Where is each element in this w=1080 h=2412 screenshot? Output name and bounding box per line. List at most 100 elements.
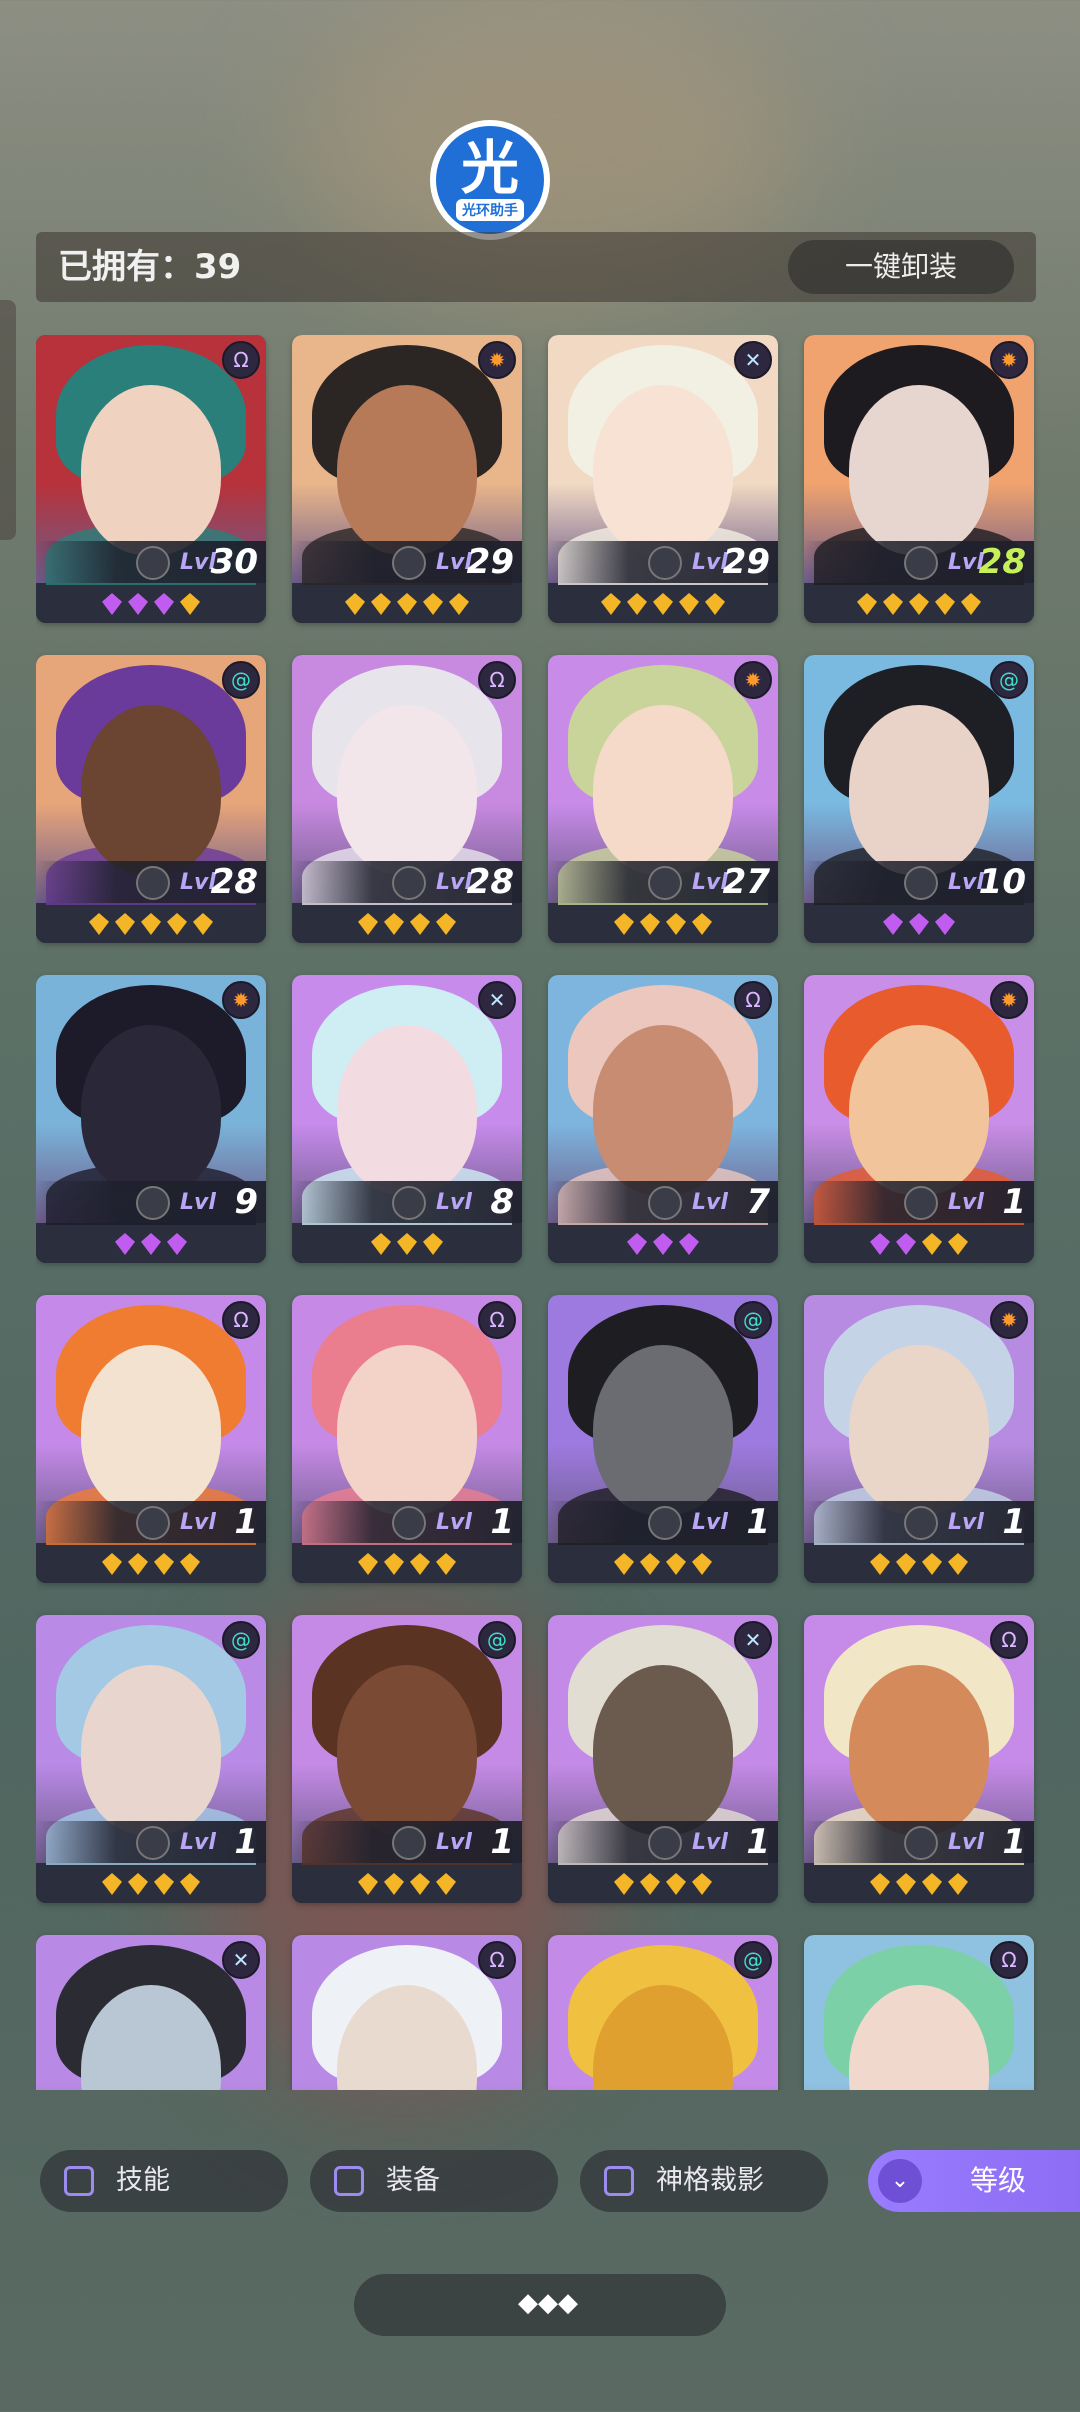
hero-card[interactable]: Ω Lvl 1 (804, 1615, 1034, 1903)
spiral-icon: @ (734, 1941, 772, 1979)
gold-gem-icon (358, 1873, 378, 1895)
star-rating (804, 905, 1034, 943)
level-label: Lvl (180, 1510, 216, 1535)
hero-card[interactable]: ✹ Lvl 1 (804, 975, 1034, 1263)
hero-card[interactable]: ✹ Lvl 29 (292, 335, 522, 623)
hero-card[interactable]: Ω Lvl 7 (548, 975, 778, 1263)
gold-gem-icon (666, 1873, 686, 1895)
divine-slot-icon (648, 1826, 682, 1860)
checkbox-icon[interactable] (604, 2166, 634, 2196)
divine-slot-icon (136, 546, 170, 580)
purple-gem-icon (679, 1233, 699, 1255)
hero-card[interactable]: ✹ Lvl 1 (804, 1295, 1034, 1583)
collection-header: 已拥有：39 一键卸装 (36, 232, 1036, 302)
filter-divine[interactable]: 神格裁影 (580, 2150, 828, 2212)
hero-card[interactable]: @ (548, 1935, 778, 2090)
gold-gem-icon (679, 593, 699, 615)
gold-gem-icon (692, 1873, 712, 1895)
hero-card[interactable]: Ω Lvl 30 (36, 335, 266, 623)
star-rating (548, 585, 778, 623)
hero-card[interactable]: Ω (804, 1935, 1034, 2090)
hero-face (337, 705, 477, 875)
hero-card[interactable]: @ Lvl 1 (548, 1295, 778, 1583)
omega-icon: Ω (734, 981, 772, 1019)
gold-gem-icon (358, 1553, 378, 1575)
gold-gem-icon (705, 593, 725, 615)
omega-icon: Ω (222, 341, 260, 379)
divine-slot-icon (904, 546, 938, 580)
hero-card[interactable]: ✕ Lvl 29 (548, 335, 778, 623)
cross-icon: ✕ (734, 1621, 772, 1659)
hero-face (337, 1025, 477, 1195)
hero-face (81, 1665, 221, 1835)
divine-slot-icon (392, 866, 426, 900)
purple-gem-icon (653, 1233, 673, 1255)
star-rating (548, 905, 778, 943)
gold-gem-icon (115, 913, 135, 935)
gold-gem-icon (692, 913, 712, 935)
hero-card[interactable]: Ω Lvl 1 (36, 1295, 266, 1583)
spiral-icon: @ (478, 1621, 516, 1659)
level-label: Lvl (692, 1190, 728, 1215)
star-rating (804, 585, 1034, 623)
star-rating (292, 1865, 522, 1903)
checkbox-icon[interactable] (64, 2166, 94, 2196)
purple-gem-icon (909, 913, 929, 935)
omega-icon: Ω (990, 1621, 1028, 1659)
gold-gem-icon (410, 1553, 430, 1575)
filter-label: 神格裁影 (656, 2165, 764, 2196)
gold-gem-icon (345, 593, 365, 615)
level-value: 10 (978, 862, 1026, 902)
hero-card[interactable]: Ω (292, 1935, 522, 2090)
gold-gem-icon (436, 913, 456, 935)
divine-slot-icon (648, 1186, 682, 1220)
filter-equipment[interactable]: 装备 (310, 2150, 558, 2212)
purple-gem-icon (115, 1233, 135, 1255)
hero-grid: Ω Lvl 30 ✹ Lvl 29 ✕ Lvl 29 ✹ Lvl 28 @ Lvl 28 Ω Lvl 28 ✹ Lvl… (36, 335, 1046, 2090)
gold-gem-icon (692, 1553, 712, 1575)
cross-icon: ✕ (222, 1941, 260, 1979)
star-rating (292, 1225, 522, 1263)
gold-gem-icon (640, 1873, 660, 1895)
level-value: 30 (210, 542, 258, 582)
hero-card[interactable]: @ Lvl 28 (36, 655, 266, 943)
sun-icon: ✹ (990, 341, 1028, 379)
hero-face (81, 385, 221, 555)
gold-gem-icon (935, 593, 955, 615)
hero-face (593, 705, 733, 875)
side-drawer-handle[interactable] (0, 300, 16, 540)
hero-card[interactable]: Ω Lvl 28 (292, 655, 522, 943)
hero-card[interactable]: @ Lvl 1 (36, 1615, 266, 1903)
level-value: 27 (722, 862, 770, 902)
gold-gem-icon (922, 1233, 942, 1255)
star-rating (548, 1545, 778, 1583)
gold-gem-icon (154, 1873, 174, 1895)
purple-gem-icon (128, 593, 148, 615)
app-logo[interactable]: 光 光环助手 (430, 120, 550, 240)
hero-card[interactable]: Ω Lvl 1 (292, 1295, 522, 1583)
hero-card[interactable]: @ Lvl 10 (804, 655, 1034, 943)
level-value: 1 (1002, 1502, 1026, 1542)
level-label: Lvl (180, 1830, 216, 1855)
level-label: Lvl (436, 1830, 472, 1855)
hero-card[interactable]: ✕ Lvl 1 (548, 1615, 778, 1903)
gold-gem-icon (870, 1553, 890, 1575)
level-value: 1 (1002, 1822, 1026, 1862)
level-value: 28 (978, 542, 1026, 582)
gold-gem-icon (410, 913, 430, 935)
spiral-icon: @ (222, 661, 260, 699)
filter-skill[interactable]: 技能 (40, 2150, 288, 2212)
divine-slot-icon (136, 1506, 170, 1540)
hero-card[interactable]: ✹ Lvl 28 (804, 335, 1034, 623)
hero-card[interactable]: @ Lvl 1 (292, 1615, 522, 1903)
checkbox-icon[interactable] (334, 2166, 364, 2196)
bottom-menu-button[interactable]: ◆◆◆ (354, 2274, 726, 2336)
hero-card[interactable]: ✹ Lvl 9 (36, 975, 266, 1263)
sort-button[interactable]: ⌄ 等级 (868, 2150, 1080, 2212)
unequip-all-button[interactable]: 一键卸装 (788, 240, 1014, 294)
hero-card[interactable]: ✕ Lvl 8 (292, 975, 522, 1263)
spiral-icon: @ (990, 661, 1028, 699)
hero-card[interactable]: ✹ Lvl 27 (548, 655, 778, 943)
star-rating (36, 1225, 266, 1263)
hero-card[interactable]: ✕ (36, 1935, 266, 2090)
